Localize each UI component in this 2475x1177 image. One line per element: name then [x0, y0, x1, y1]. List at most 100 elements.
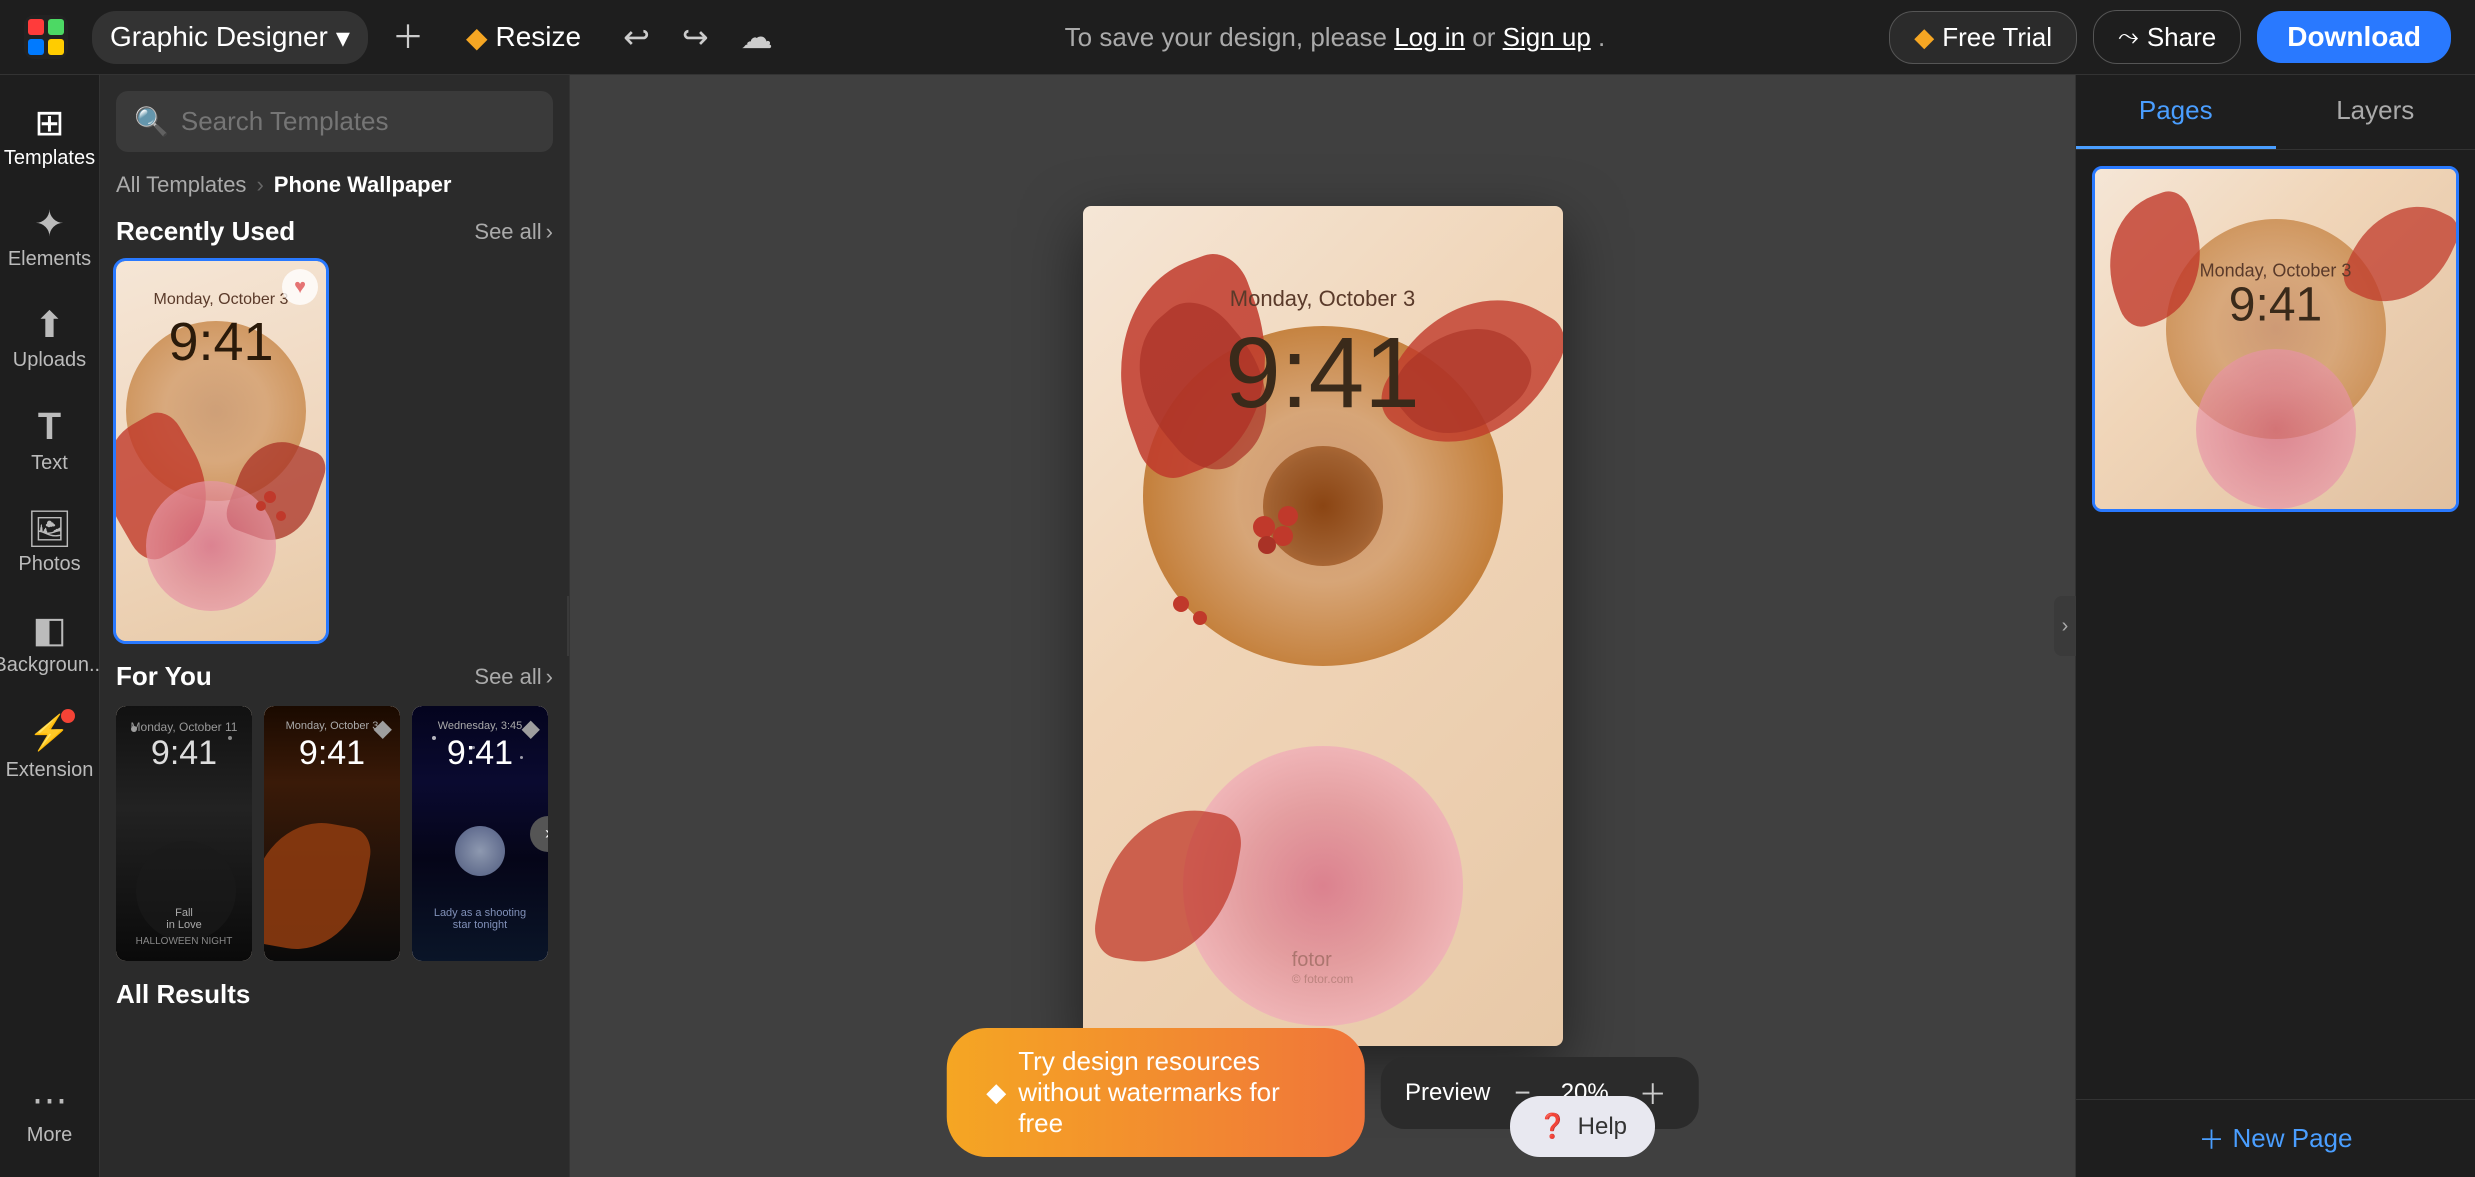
share-icon: ⤳ — [2118, 21, 2139, 53]
sidebar-label-templates: Templates — [4, 147, 95, 170]
log-in-link[interactable]: Log in — [1394, 22, 1465, 52]
premium-icon: ◆ — [1914, 22, 1934, 53]
undo-button[interactable]: ↩ — [615, 13, 658, 61]
preview-label: Preview — [1405, 1079, 1490, 1107]
fotor-logo-icon — [24, 15, 68, 59]
plus-icon: ＋ — [2199, 1120, 2225, 1157]
recently-used-grid: Monday, October 3 9:41 ♥ — [116, 261, 553, 641]
sidebar-item-text[interactable]: T Text — [5, 394, 95, 489]
free-trial-label: Free Trial — [1942, 22, 2052, 53]
for-you-title: For You — [116, 661, 212, 692]
tab-pages[interactable]: Pages — [2076, 75, 2276, 149]
premium-icon-thumb: ◆ — [374, 714, 392, 743]
designer-dropdown-button[interactable]: Graphic Designer ▾ — [92, 11, 368, 64]
canvas-date: Monday, October 3 — [1230, 286, 1415, 312]
search-input[interactable] — [181, 106, 535, 137]
left-sidebar: ⊞ Templates ✦ Elements ⬆ Uploads T Text … — [0, 75, 100, 1177]
sidebar-label-uploads: Uploads — [13, 349, 86, 372]
new-page-label: New Page — [2233, 1123, 2353, 1154]
premium-icon-thumb-2: ◆ — [522, 714, 540, 743]
for-you-header: For You See all › — [116, 661, 553, 692]
breadcrumb-current: Phone Wallpaper — [274, 172, 452, 198]
sidebar-item-elements[interactable]: ✦ Elements — [5, 192, 95, 285]
breadcrumb-all[interactable]: All Templates — [116, 172, 246, 198]
for-you-grid: Monday, October 11 9:41 Fallin Love HALL… — [116, 706, 553, 961]
resize-label: Resize — [496, 21, 582, 53]
template-thumb-autumn[interactable]: Monday, October 3 9:41 ♥ — [116, 261, 326, 641]
sidebar-item-extension[interactable]: ⚡ Extension — [5, 699, 95, 796]
thumb-date: Monday, October 3 — [154, 291, 289, 309]
thumb-time: 9:41 — [168, 311, 273, 373]
right-tabs: Pages Layers — [2076, 75, 2475, 150]
page-thumbnail-1[interactable]: Monday, October 3 9:41 — [2092, 166, 2459, 512]
template-thumb-moon[interactable]: Monday, October 11 9:41 Fallin Love HALL… — [116, 706, 252, 961]
recently-used-header: Recently Used See all › — [116, 216, 553, 247]
fotor-logo[interactable] — [24, 15, 68, 59]
diamond-icon: ◆ — [466, 21, 488, 54]
sidebar-label-photos: Photos — [18, 553, 80, 576]
canvas-time: 9:41 — [1225, 316, 1420, 431]
search-box[interactable]: 🔍 — [116, 91, 553, 152]
sidebar-label-backgrounds: Backgroun... — [0, 654, 106, 677]
redo-button[interactable]: ↪ — [674, 13, 717, 61]
topbar: Graphic Designer ▾ ＋ ◆ Resize ↩ ↪ ☁ To s… — [0, 0, 2475, 75]
help-label: Help — [1578, 1113, 1627, 1141]
download-label: Download — [2287, 21, 2421, 52]
sign-up-link[interactable]: Sign up — [1503, 22, 1591, 52]
sidebar-label-extension: Extension — [6, 759, 94, 782]
share-label: Share — [2147, 22, 2216, 53]
search-icon: 🔍 — [134, 105, 169, 138]
text-icon: T — [38, 408, 61, 446]
all-results-title: All Results — [116, 979, 250, 1009]
help-circle-icon: ❓ — [1538, 1112, 1568, 1141]
chevron-right-icon-2: › — [546, 664, 553, 690]
share-button[interactable]: ⤳ Share — [2093, 10, 2241, 64]
right-sidebar: Pages Layers Monday, October 3 9:41 — [2075, 75, 2475, 1177]
watermark-notice-text: Try design resources without watermarks … — [1018, 1046, 1325, 1139]
sidebar-item-templates[interactable]: ⊞ Templates — [5, 91, 95, 184]
help-button[interactable]: ❓ Help — [1510, 1096, 1655, 1157]
chevron-right-icon: › — [546, 219, 553, 245]
canvas-watermark: fotor © fotor.com — [1292, 949, 1354, 986]
extension-badge: ⚡ — [28, 713, 70, 753]
photos-icon: 🖼 — [27, 511, 73, 547]
more-icon: ⋯ — [32, 1082, 68, 1118]
template-thumb-night[interactable]: Wednesday, 3:45 9:41 Lady as a shootings… — [412, 706, 548, 961]
template-panel-inner: 🔍 All Templates › Phone Wallpaper Recent… — [100, 75, 569, 1026]
sidebar-item-backgrounds[interactable]: ◧ Backgroun... — [5, 598, 95, 691]
backgrounds-icon: ◧ — [32, 612, 66, 648]
sidebar-item-more[interactable]: ⋯ More — [5, 1068, 95, 1161]
sidebar-label-elements: Elements — [8, 248, 91, 271]
free-trial-button[interactable]: ◆ Free Trial — [1889, 11, 2077, 64]
main-layout: ⊞ Templates ✦ Elements ⬆ Uploads T Text … — [0, 75, 2475, 1177]
sidebar-label-text: Text — [31, 452, 68, 475]
extension-notification-dot — [61, 709, 75, 723]
template-panel: 🔍 All Templates › Phone Wallpaper Recent… — [100, 75, 570, 1177]
recently-used-title: Recently Used — [116, 216, 295, 247]
uploads-icon: ⬆ — [34, 307, 64, 343]
sidebar-item-photos[interactable]: 🖼 Photos — [5, 497, 95, 590]
templates-icon: ⊞ — [34, 105, 64, 141]
sidebar-label-more: More — [27, 1124, 73, 1147]
chevron-down-icon: ▾ — [336, 21, 350, 54]
sidebar-item-uploads[interactable]: ⬆ Uploads — [5, 293, 95, 386]
heart-icon[interactable]: ♥ — [282, 269, 318, 305]
save-message: To save your design, please Log in or Si… — [797, 22, 1874, 53]
template-thumb-leaf[interactable]: Monday, October 3 9:41 ◆ — [264, 706, 400, 961]
resize-button[interactable]: ◆ Resize — [448, 11, 599, 64]
cloud-save-button[interactable]: ☁ — [733, 13, 781, 61]
add-button[interactable]: ＋ — [384, 13, 432, 61]
tab-layers[interactable]: Layers — [2276, 75, 2475, 149]
phone-canvas[interactable]: Monday, October 3 9:41 fotor © fotor.com — [1083, 206, 1563, 1046]
watermark-notice[interactable]: ◆ Try design resources without watermark… — [946, 1028, 1365, 1157]
designer-label: Graphic Designer — [110, 21, 328, 53]
new-page-button[interactable]: ＋ New Page — [2076, 1099, 2475, 1177]
for-you-see-all[interactable]: See all › — [474, 664, 553, 690]
page-time: 9:41 — [2229, 278, 2322, 333]
canvas-area: Monday, October 3 9:41 fotor © fotor.com… — [570, 75, 2075, 1177]
expand-right-panel[interactable]: › — [2054, 596, 2076, 656]
all-results-section: All Results — [116, 979, 553, 1010]
recently-used-see-all[interactable]: See all › — [474, 219, 553, 245]
download-button[interactable]: Download — [2257, 11, 2451, 63]
pages-area: Monday, October 3 9:41 — [2076, 150, 2475, 1099]
